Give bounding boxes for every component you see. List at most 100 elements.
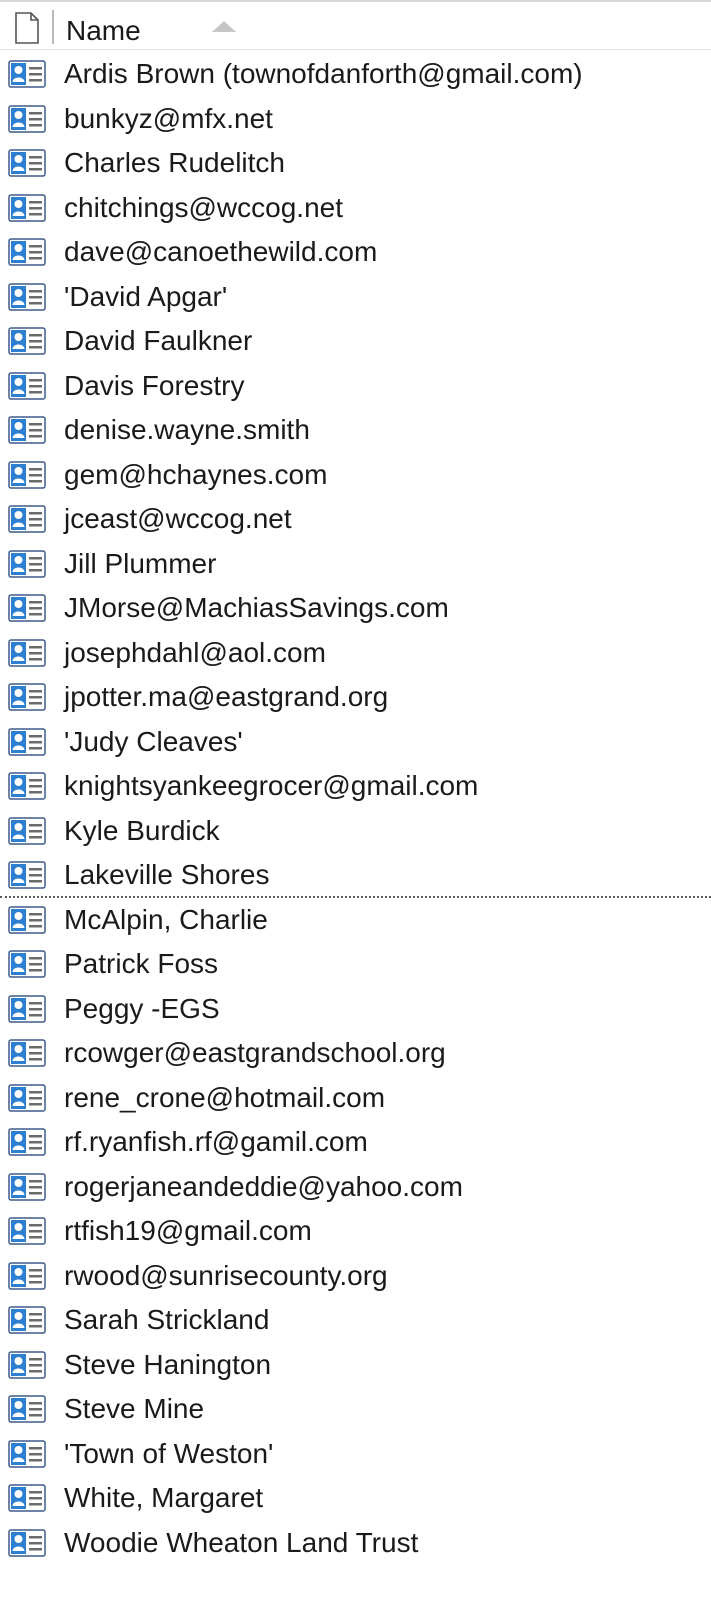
contact-name: chitchings@wccog.net — [64, 191, 344, 223]
contact-card-icon — [8, 149, 46, 177]
contact-card-icon — [8, 238, 46, 266]
contact-card-icon — [8, 905, 46, 934]
contact-card-icon — [8, 816, 46, 845]
contact-name: McAlpin, Charlie — [64, 903, 268, 935]
list-item[interactable]: Jill Plummer — [0, 542, 711, 587]
contact-card-icon — [8, 371, 46, 400]
contact-name: Kyle Burdick — [64, 814, 220, 846]
contact-card-icon — [8, 638, 46, 667]
contact-name: Patrick Foss — [64, 948, 219, 979]
contact-rows: Ardis Brown (townofdanforth@gmail.com) bu… — [0, 52, 711, 1565]
list-item[interactable]: Kyle Burdick — [0, 809, 711, 854]
list-item[interactable]: rf.ryanfish.rf@gamil.com — [0, 1120, 711, 1165]
list-item[interactable]: Ardis Brown (townofdanforth@gmail.com) — [0, 52, 711, 97]
list-item[interactable]: denise.wayne.smith — [0, 408, 711, 453]
contact-name: jpotter.ma@eastgrand.org — [64, 681, 389, 712]
list-item[interactable]: gem@hchaynes.com — [0, 453, 711, 498]
contact-card-icon — [8, 1484, 46, 1512]
contact-card-icon — [8, 1439, 46, 1468]
list-item[interactable]: Steve Mine — [0, 1387, 711, 1432]
contact-name: Ardis Brown (townofdanforth@gmail.com) — [64, 58, 583, 89]
contact-card-icon — [8, 282, 46, 311]
contact-card-icon — [8, 416, 46, 444]
list-item[interactable]: rogerjaneandeddie@yahoo.com — [0, 1165, 711, 1210]
list-header: Name — [0, 0, 711, 50]
list-item[interactable]: Steve Hanington — [0, 1343, 711, 1388]
contact-card-icon — [8, 193, 46, 222]
contact-card-icon — [8, 460, 46, 489]
contact-name: Sarah Strickland — [64, 1304, 270, 1335]
list-item[interactable]: rene_crone@hotmail.com — [0, 1076, 711, 1121]
document-icon[interactable] — [14, 12, 40, 44]
list-item[interactable]: 'Town of Weston' — [0, 1432, 711, 1477]
contact-name: josephdahl@aol.com — [64, 636, 326, 668]
contact-name: rtfish19@gmail.com — [64, 1215, 312, 1246]
contact-name: rwood@sunrisecounty.org — [64, 1259, 388, 1291]
list-item[interactable]: Sarah Strickland — [0, 1298, 711, 1343]
contact-card-icon — [8, 994, 46, 1023]
contact-card-icon — [8, 861, 46, 889]
list-item[interactable]: Woodie Wheaton Land Trust — [0, 1521, 711, 1566]
contact-card-icon — [8, 1172, 46, 1201]
list-item[interactable]: jpotter.ma@eastgrand.org — [0, 675, 711, 720]
contact-list: Name Ardis Brown (townofdanforth@gmail.c… — [0, 0, 711, 1558]
contact-card-icon — [8, 60, 46, 88]
contact-card-icon — [8, 505, 46, 533]
contact-name: Peggy -EGS — [64, 992, 220, 1024]
contact-name: dave@canoethewild.com — [64, 236, 378, 267]
contact-name: White, Margaret — [64, 1482, 264, 1513]
list-item[interactable]: rcowger@eastgrandschool.org — [0, 1031, 711, 1076]
contact-name: Steve Hanington — [64, 1348, 272, 1380]
contact-name: denise.wayne.smith — [64, 414, 310, 445]
contact-card-icon — [8, 1306, 46, 1334]
list-item[interactable]: rwood@sunrisecounty.org — [0, 1254, 711, 1299]
list-item[interactable]: chitchings@wccog.net — [0, 186, 711, 231]
contact-name: 'David Apgar' — [64, 280, 228, 312]
list-item[interactable]: rtfish19@gmail.com — [0, 1209, 711, 1254]
list-item[interactable]: Lakeville Shores — [0, 853, 711, 898]
list-item[interactable]: jceast@wccog.net — [0, 497, 711, 542]
contact-card-icon — [8, 594, 46, 622]
list-item[interactable]: knightsyankeegrocer@gmail.com — [0, 764, 711, 809]
list-item[interactable]: Charles Rudelitch — [0, 141, 711, 186]
contact-name: jceast@wccog.net — [64, 503, 292, 534]
contact-card-icon — [8, 1350, 46, 1379]
list-item[interactable]: dave@canoethewild.com — [0, 230, 711, 275]
contact-card-icon — [8, 1261, 46, 1290]
contact-name: rf.ryanfish.rf@gamil.com — [64, 1126, 368, 1157]
contact-name: Davis Forestry — [64, 369, 245, 401]
contact-card-icon — [8, 549, 46, 578]
contact-name: knightsyankeegrocer@gmail.com — [64, 770, 479, 801]
column-divider[interactable] — [52, 10, 54, 44]
contact-name: JMorse@MachiasSavings.com — [64, 592, 449, 623]
list-item[interactable]: josephdahl@aol.com — [0, 631, 711, 676]
contact-name: 'Judy Cleaves' — [64, 725, 243, 757]
contact-name: rogerjaneandeddie@yahoo.com — [64, 1170, 463, 1202]
contact-card-icon — [8, 683, 46, 711]
contact-name: Steve Mine — [64, 1393, 205, 1424]
contact-name: 'Town of Weston' — [64, 1437, 274, 1469]
contact-card-icon — [8, 104, 46, 133]
list-item[interactable]: 'Judy Cleaves' — [0, 720, 711, 765]
list-item[interactable]: White, Margaret — [0, 1476, 711, 1521]
contact-name: Charles Rudelitch — [64, 147, 285, 178]
contact-card-icon — [8, 1083, 46, 1112]
contact-card-icon — [8, 772, 46, 800]
list-item[interactable]: Davis Forestry — [0, 364, 711, 409]
list-item[interactable]: David Faulkner — [0, 319, 711, 364]
contact-name: Woodie Wheaton Land Trust — [64, 1526, 419, 1558]
list-item[interactable]: 'David Apgar' — [0, 275, 711, 320]
list-item[interactable]: McAlpin, Charlie — [0, 898, 711, 943]
contact-name: bunkyz@mfx.net — [64, 102, 273, 134]
list-item[interactable]: JMorse@MachiasSavings.com — [0, 586, 711, 631]
contact-name: David Faulkner — [64, 325, 253, 356]
list-item[interactable]: Peggy -EGS — [0, 987, 711, 1032]
list-item[interactable]: bunkyz@mfx.net — [0, 97, 711, 142]
contact-name: Lakeville Shores — [64, 859, 270, 890]
name-column-header[interactable]: Name — [66, 14, 141, 48]
list-item[interactable]: Patrick Foss — [0, 942, 711, 987]
contact-card-icon — [8, 1128, 46, 1156]
sort-ascending-icon — [212, 21, 236, 32]
contact-name: Jill Plummer — [64, 547, 217, 579]
contact-name: rcowger@eastgrandschool.org — [64, 1037, 446, 1068]
